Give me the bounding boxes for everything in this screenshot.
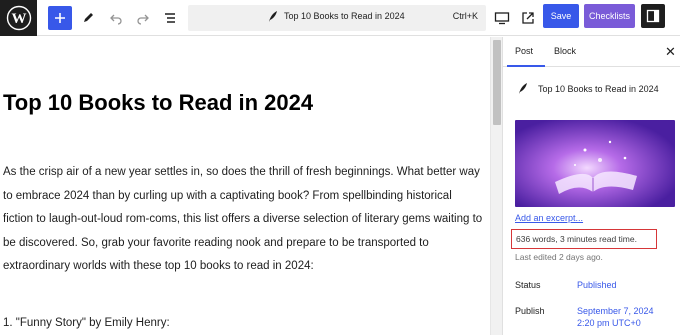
scrollbar-thumb[interactable] bbox=[493, 40, 501, 125]
publish-date-link[interactable]: September 7, 2024 2:20 pm UTC+0 bbox=[577, 305, 654, 329]
feather-icon bbox=[517, 82, 528, 100]
undo-icon[interactable] bbox=[104, 6, 128, 30]
checklists-button[interactable]: Checklists bbox=[584, 4, 635, 28]
view-post-icon[interactable] bbox=[516, 6, 540, 30]
post-paragraph[interactable]: As the crisp air of a new year settles i… bbox=[3, 161, 483, 279]
sidebar-tabs: Post Block ✕ bbox=[503, 37, 680, 67]
active-tab-indicator bbox=[507, 65, 545, 67]
close-icon[interactable]: ✕ bbox=[665, 44, 676, 60]
feather-icon bbox=[267, 10, 278, 28]
document-bar[interactable]: Top 10 Books to Read in 2024 Ctrl+K bbox=[188, 5, 486, 31]
post-title[interactable]: Top 10 Books to Read in 2024 bbox=[3, 90, 313, 116]
editor-scrollbar[interactable] bbox=[490, 37, 502, 335]
save-button[interactable]: Save bbox=[543, 4, 579, 28]
tab-post[interactable]: Post bbox=[515, 46, 533, 56]
word-count-read-time: 636 words, 3 minutes read time. bbox=[516, 234, 637, 244]
pen-tool-icon[interactable] bbox=[76, 6, 100, 30]
settings-sidebar: Post Block ✕ Top 10 Books to Read in 202… bbox=[502, 37, 680, 335]
list-item-text: "Funny Story" by Emily Henry: bbox=[15, 317, 170, 329]
publish-time: 2:20 pm UTC+0 bbox=[577, 318, 641, 328]
post-summary-title: Top 10 Books to Read in 2024 bbox=[538, 84, 659, 94]
editor-canvas: Top 10 Books to Read in 2024 As the cris… bbox=[0, 37, 490, 335]
add-excerpt-link[interactable]: Add an excerpt... bbox=[515, 213, 583, 223]
status-value-link[interactable]: Published bbox=[577, 279, 617, 291]
svg-text:W: W bbox=[11, 11, 26, 27]
settings-sidebar-icon[interactable] bbox=[641, 4, 665, 28]
list-item[interactable]: 1. "Funny Story" by Emily Henry: bbox=[3, 317, 170, 329]
preview-icon[interactable] bbox=[490, 6, 514, 30]
publish-label: Publish bbox=[515, 306, 545, 316]
featured-image[interactable] bbox=[515, 120, 675, 207]
redo-icon[interactable] bbox=[131, 6, 155, 30]
publish-date: September 7, 2024 bbox=[577, 306, 654, 316]
status-label: Status bbox=[515, 280, 541, 290]
wordpress-logo-icon[interactable]: W bbox=[0, 0, 37, 36]
tab-block[interactable]: Block bbox=[554, 46, 576, 56]
add-block-button[interactable] bbox=[48, 6, 72, 30]
document-overview-icon[interactable] bbox=[158, 6, 182, 30]
read-time-highlight: 636 words, 3 minutes read time. bbox=[511, 229, 657, 249]
command-shortcut: Ctrl+K bbox=[452, 11, 478, 21]
last-edited: Last edited 2 days ago. bbox=[515, 252, 603, 262]
editor-toolbar: W Top 10 Books to Read in 2024 Ctrl+K Sa… bbox=[0, 0, 680, 36]
document-title: Top 10 Books to Read in 2024 bbox=[284, 11, 405, 21]
